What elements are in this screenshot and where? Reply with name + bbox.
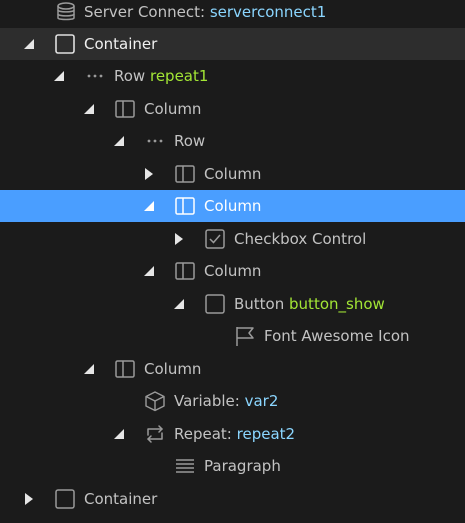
tree-node-label: Column [144, 360, 202, 378]
tree-node-label: Container [84, 35, 158, 53]
collapse-triangle-icon[interactable] [142, 264, 156, 278]
component-name: repeat2 [236, 425, 296, 443]
tree-node-label: Column [144, 100, 202, 118]
tree-node-font-awesome-icon[interactable]: Font Awesome Icon [0, 320, 465, 352]
collapse-triangle-icon[interactable] [82, 102, 96, 116]
tree-node-repeat[interactable]: Repeat: repeat2 [0, 418, 465, 450]
tree-node-label: Paragraph [204, 457, 281, 475]
checkbox-icon [205, 229, 225, 249]
tree-node-label: Server Connect: [84, 3, 206, 21]
tree-node-label: Repeat: [174, 425, 232, 443]
tree-node-column-selected[interactable]: Column [0, 190, 465, 222]
collapse-triangle-icon[interactable] [172, 297, 186, 311]
tree-node-checkbox-control[interactable]: Checkbox Control [0, 223, 465, 255]
tree-node-variable[interactable]: Variable: var2 [0, 385, 465, 417]
paragraph-icon [176, 459, 194, 473]
tree-node-button[interactable]: Button button_show [0, 288, 465, 320]
collapse-triangle-icon[interactable] [52, 69, 66, 83]
flag-icon [236, 327, 254, 346]
tree-node-container[interactable]: Container [0, 483, 465, 515]
collapse-triangle-icon[interactable] [22, 37, 36, 51]
component-name: button_show [289, 295, 385, 313]
collapse-triangle-icon[interactable] [142, 199, 156, 213]
tree-node-label: Column [204, 262, 262, 280]
tree-node-column[interactable]: Column [0, 255, 465, 287]
tree-node-column[interactable]: Column [0, 353, 465, 385]
tree-node-label: Variable: [174, 392, 240, 410]
database-icon [57, 2, 75, 21]
expand-triangle-icon[interactable] [142, 167, 156, 181]
tree-node-column[interactable]: Column [0, 158, 465, 190]
collapse-triangle-icon[interactable] [82, 362, 96, 376]
app-structure-tree: Server Connect: serverconnect1 Container… [0, 0, 465, 523]
container-icon [55, 489, 75, 509]
column-icon [175, 197, 195, 215]
tree-node-label: Font Awesome Icon [264, 327, 410, 345]
tree-node-row[interactable]: Row [0, 125, 465, 157]
tree-node-label: Row [114, 67, 146, 85]
cube-icon [145, 391, 165, 412]
column-icon [175, 262, 195, 280]
row-icon [147, 139, 163, 143]
collapse-triangle-icon[interactable] [112, 427, 126, 441]
component-name: repeat1 [149, 67, 209, 85]
column-icon [115, 100, 135, 118]
component-name: serverconnect1 [209, 3, 327, 21]
button-icon [205, 294, 225, 314]
tree-node-row-repeat[interactable]: Row repeat1 [0, 60, 465, 92]
container-icon [55, 34, 75, 54]
tree-node-label: Row [174, 132, 206, 150]
component-name: var2 [244, 392, 279, 410]
repeat-icon [147, 425, 163, 443]
tree-node-label: Checkbox Control [234, 230, 367, 248]
tree-node-container[interactable]: Container [0, 28, 465, 60]
tree-node-label: Column [204, 165, 262, 183]
row-icon [87, 74, 103, 78]
column-icon [175, 165, 195, 183]
tree-node-label: Button [234, 295, 285, 313]
collapse-triangle-icon[interactable] [112, 134, 126, 148]
tree-node-label: Container [84, 490, 158, 508]
tree-node-label: Column [204, 197, 262, 215]
tree-node-column[interactable]: Column [0, 93, 465, 125]
tree-node-server-connect[interactable]: Server Connect: serverconnect1 [0, 0, 465, 28]
expand-triangle-icon[interactable] [172, 232, 186, 246]
expand-triangle-icon[interactable] [22, 492, 36, 506]
tree-node-paragraph[interactable]: Paragraph [0, 450, 465, 482]
column-icon [115, 360, 135, 378]
